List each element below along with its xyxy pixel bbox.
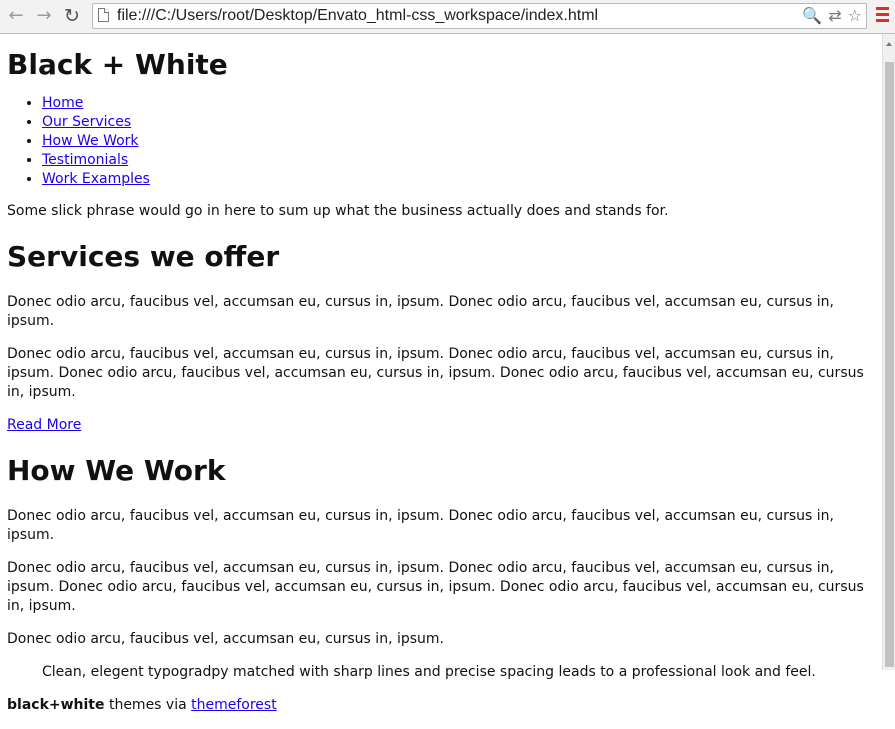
translate-icon[interactable]: ⇄ — [828, 6, 841, 25]
how-we-work-heading: How We Work — [7, 454, 226, 487]
nav-item-services: Our Services — [42, 113, 875, 132]
address-bar[interactable]: file:///C:/Users/root/Desktop/Envato_htm… — [92, 3, 867, 29]
nav-link-how-we-work[interactable]: How We Work — [42, 133, 139, 149]
read-more-paragraph: Read More — [7, 416, 875, 435]
scrollbar-thumb[interactable] — [885, 62, 894, 667]
site-tagline: Some slick phrase would go in here to su… — [7, 203, 669, 219]
nav-item-testimonials: Testimonials — [42, 151, 875, 170]
browser-menu-icon[interactable] — [876, 7, 889, 25]
nav-item-how-we-work: How We Work — [42, 132, 875, 151]
site-title: Black + White — [7, 48, 228, 81]
back-button[interactable]: ← — [6, 6, 26, 26]
read-more-link[interactable]: Read More — [7, 417, 81, 433]
services-paragraph-2: Donec odio arcu, faucibus vel, accumsan … — [7, 346, 864, 400]
nav-link-testimonials[interactable]: Testimonials — [42, 152, 128, 168]
site-footer: black+white themes via themeforest — [7, 696, 875, 715]
how-we-work-paragraph-3: Donec odio arcu, faucibus vel, accumsan … — [7, 631, 444, 647]
nav-item-work-examples: Work Examples — [42, 170, 875, 189]
nav-item-home: Home — [42, 94, 875, 113]
design-quote: Clean, elegent typogradpy matched with s… — [42, 664, 816, 680]
scroll-up-icon[interactable] — [886, 42, 892, 46]
reload-button[interactable]: ↻ — [62, 6, 82, 26]
vertical-scrollbar[interactable] — [882, 34, 895, 670]
search-icon[interactable]: 🔍 — [802, 6, 822, 25]
browser-toolbar: ← → ↻ file:///C:/Users/root/Desktop/Enva… — [0, 0, 895, 34]
nav-link-work-examples[interactable]: Work Examples — [42, 171, 150, 187]
url-input[interactable]: file:///C:/Users/root/Desktop/Envato_htm… — [117, 7, 598, 25]
services-heading: Services we offer — [7, 240, 280, 273]
webpage: Black + White Home Our Services How We W… — [7, 34, 875, 729]
address-bar-actions: 🔍 ⇄ ☆ — [802, 6, 862, 25]
how-we-work-paragraph-1: Donec odio arcu, faucibus vel, accumsan … — [7, 508, 834, 543]
services-paragraph-1: Donec odio arcu, faucibus vel, accumsan … — [7, 294, 834, 329]
page-icon — [98, 8, 109, 22]
footer-text: themes via — [104, 697, 192, 713]
themeforest-link[interactable]: themeforest — [191, 697, 277, 713]
nav-link-home[interactable]: Home — [42, 95, 83, 111]
nav-link-our-services[interactable]: Our Services — [42, 114, 131, 130]
footer-brand: black+white — [7, 697, 105, 713]
main-navigation: Home Our Services How We Work Testimonia… — [7, 94, 875, 189]
how-we-work-paragraph-2: Donec odio arcu, faucibus vel, accumsan … — [7, 560, 864, 614]
bookmark-star-icon[interactable]: ☆ — [848, 6, 862, 25]
forward-button[interactable]: → — [34, 6, 54, 26]
